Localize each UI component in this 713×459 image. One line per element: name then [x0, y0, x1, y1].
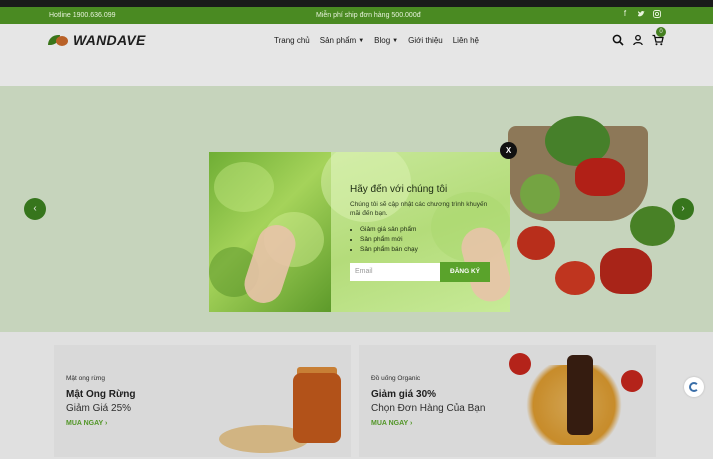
popup-title: Hãy đến với chúng tôi	[350, 184, 448, 195]
list-item: Sản phẩm bán chạy	[360, 245, 418, 255]
facebook-icon[interactable]: f	[621, 10, 629, 18]
popup-description: Chúng tôi sẽ cập nhật các chương trình k…	[350, 201, 488, 217]
hotline-text: Hotline 1900.636.099	[49, 12, 116, 19]
twitter-icon[interactable]	[637, 10, 645, 18]
newsletter-popup: Hãy đến với chúng tôi Chúng tôi sẽ cập n…	[209, 152, 510, 312]
list-item: Sản phẩm mới	[360, 235, 418, 245]
instagram-icon[interactable]	[653, 10, 661, 18]
social-links: f	[621, 10, 661, 18]
subscribe-button[interactable]: ĐĂNG KÝ	[440, 262, 490, 282]
close-popup-button[interactable]: X	[500, 142, 517, 159]
list-item: Giảm giá sản phẩm	[360, 225, 418, 235]
lettuce-image	[209, 152, 331, 312]
top-bar: Hotline 1900.636.099 Miễn phí ship đơn h…	[0, 7, 713, 24]
shipping-promo-text: Miễn phí ship đơn hàng 500.000đ	[316, 12, 421, 19]
chat-widget-button[interactable]	[684, 377, 704, 397]
browser-top-strip	[0, 0, 713, 7]
email-input[interactable]: Email	[350, 263, 440, 281]
refresh-icon	[689, 382, 699, 392]
popup-benefits-list: Giảm giá sản phẩm Sản phẩm mới Sản phẩm …	[356, 225, 418, 255]
